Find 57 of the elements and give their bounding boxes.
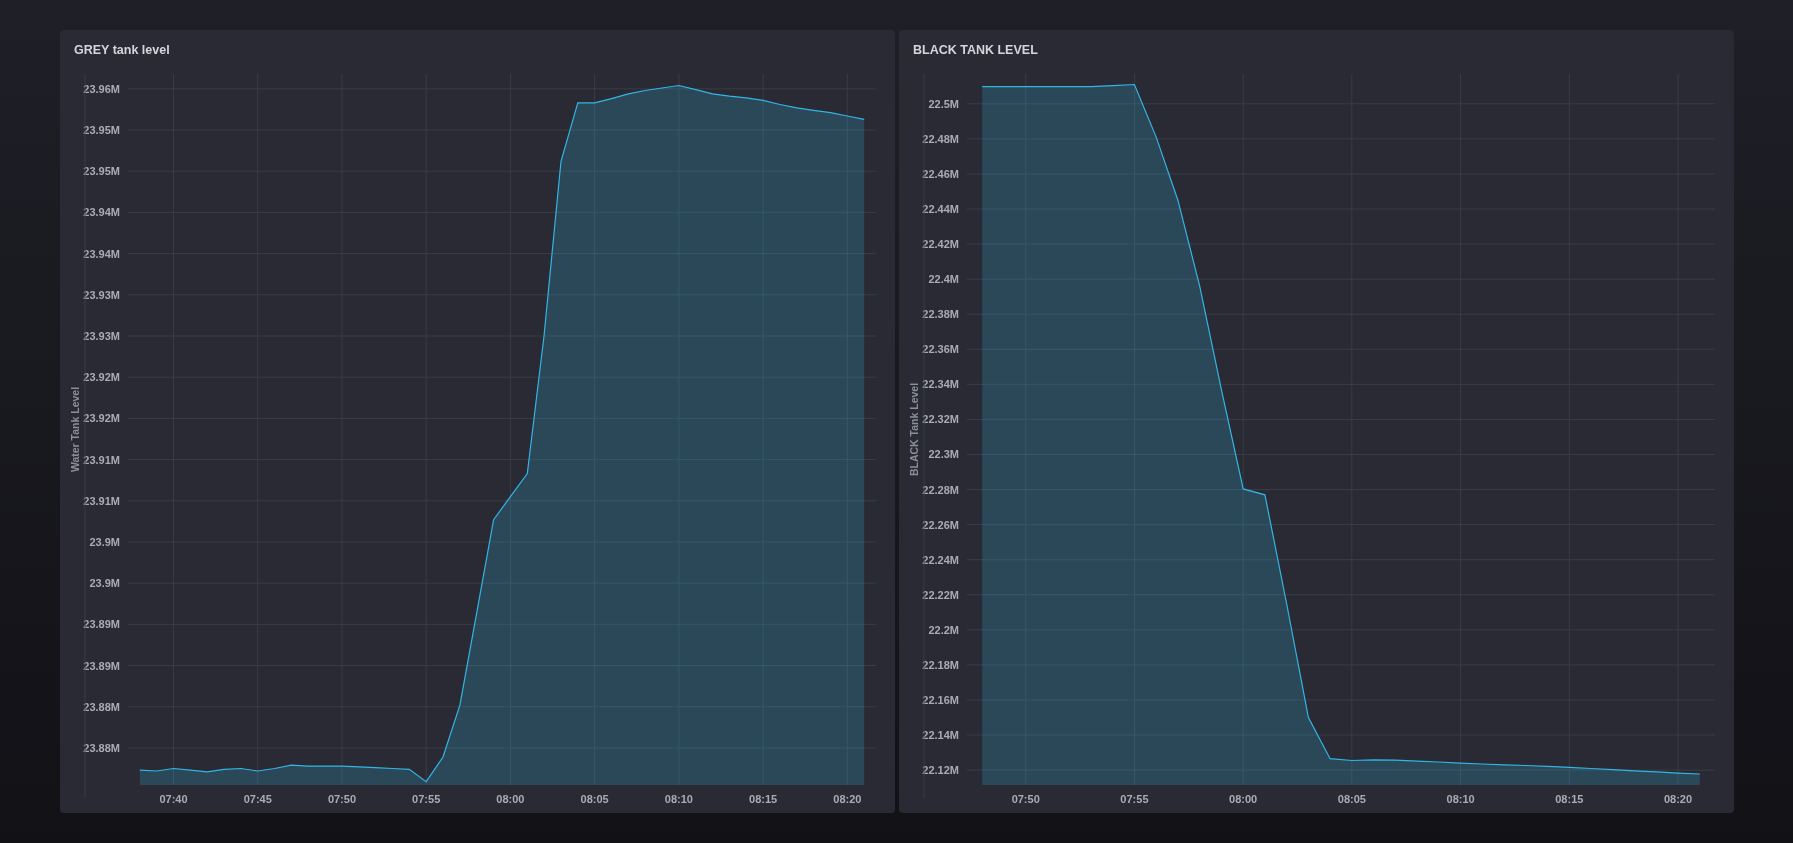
y-tick-label: 23.89M — [83, 618, 120, 631]
x-tick-label: 08:00 — [1229, 793, 1258, 805]
x-tick-label: 07:55 — [1120, 793, 1149, 805]
y-tick-label: 23.9M — [89, 535, 120, 548]
y-tick-label: 23.95M — [83, 165, 120, 178]
y-tick-label: 22.44M — [922, 203, 959, 215]
x-tick-label: 08:20 — [1663, 793, 1693, 805]
y-tick-label: 23.88M — [83, 700, 120, 713]
y-tick-label: 23.91M — [83, 494, 120, 507]
y-tick-label: 22.38M — [922, 308, 959, 321]
y-tick-label: 22.22M — [922, 588, 959, 601]
x-tick-label: 08:00 — [496, 793, 525, 805]
y-tick-label: 23.91M — [83, 453, 120, 466]
x-tick-label: 08:10 — [1446, 793, 1475, 805]
y-tick-label: 23.94M — [83, 206, 120, 219]
axis-title: BLACK Tank Level — [908, 382, 920, 477]
x-tick-label: 07:50 — [327, 793, 357, 805]
y-tick-label: 23.93M — [83, 330, 120, 342]
x-tick-label: 08:15 — [1555, 793, 1584, 805]
panel-title: GREY tank level — [73, 42, 171, 59]
y-tick-label: 23.9M — [89, 577, 120, 590]
x-tick-label: 08:10 — [664, 793, 693, 805]
x-tick-label: 08:20 — [833, 793, 862, 805]
y-tick-label: 22.26M — [922, 518, 959, 531]
y-tick-label: 23.93M — [83, 288, 120, 301]
y-tick-label: 22.48M — [922, 132, 959, 145]
y-tick-label: 23.95M — [83, 124, 120, 136]
x-tick-label: 07:40 — [159, 793, 188, 805]
y-tick-label: 22.4M — [928, 273, 959, 286]
x-tick-label: 08:15 — [749, 793, 778, 805]
y-tick-label: 22.14M — [922, 729, 959, 742]
x-tick-label: 08:05 — [580, 793, 609, 805]
x-tick-label: 08:05 — [1337, 793, 1366, 805]
x-tick-label: 07:55 — [412, 793, 441, 805]
y-tick-label: 23.88M — [83, 741, 120, 754]
y-tick-label: 23.89M — [83, 659, 120, 672]
axis-title: Water Tank Level — [69, 386, 81, 473]
x-tick-label: 07:50 — [1011, 793, 1040, 805]
y-tick-label: 22.2M — [928, 623, 959, 636]
y-tick-label: 23.96M — [83, 82, 120, 95]
y-tick-label: 23.92M — [83, 412, 120, 425]
y-tick-label: 23.94M — [83, 247, 120, 260]
y-tick-label: 23.92M — [83, 371, 120, 384]
y-tick-label: 22.16M — [922, 693, 959, 706]
y-tick-label: 22.28M — [922, 483, 959, 496]
y-tick-label: 22.18M — [922, 658, 959, 671]
y-tick-label: 22.3M — [928, 448, 959, 461]
y-tick-label: 22.46M — [922, 167, 959, 180]
x-tick-label: 07:45 — [243, 793, 272, 805]
y-tick-label: 22.42M — [922, 238, 959, 251]
y-tick-label: 22.36M — [922, 343, 959, 356]
y-tick-label: 22.32M — [922, 413, 959, 426]
y-tick-label: 22.24M — [922, 553, 959, 566]
panel-title: BLACK TANK LEVEL — [912, 42, 1039, 59]
y-tick-label: 22.34M — [922, 378, 959, 391]
y-tick-label: 22.12M — [922, 764, 959, 777]
y-tick-label: 22.5M — [928, 97, 959, 110]
